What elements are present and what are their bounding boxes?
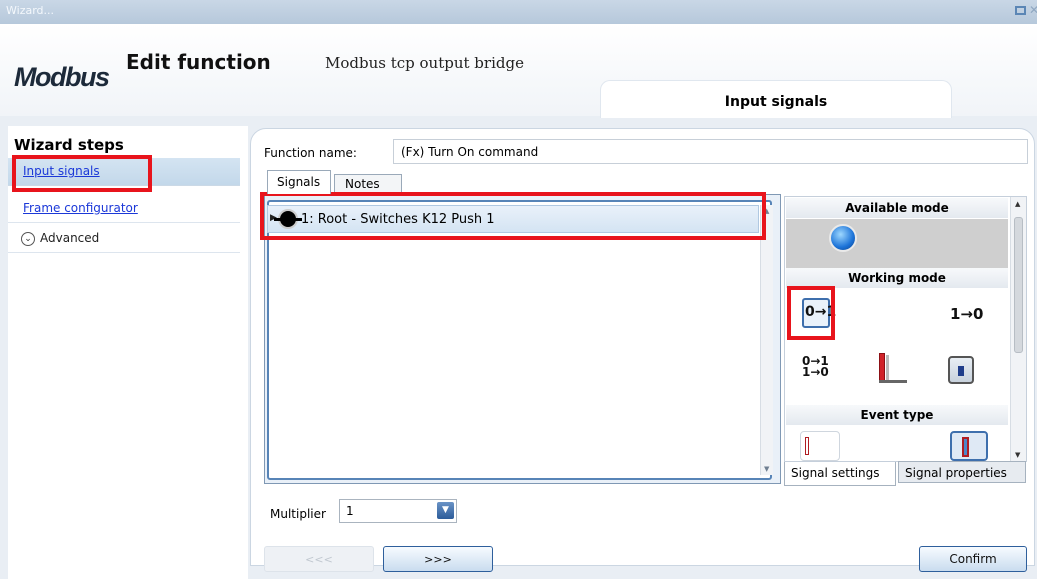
- function-name-label: Function name:: [264, 146, 357, 160]
- multiplier-select[interactable]: 1 ▼: [339, 499, 457, 523]
- pulse-mode-icon[interactable]: [876, 353, 908, 385]
- signals-scrollbar[interactable]: ▲ ▼: [760, 205, 773, 475]
- window-title: Wizard...: [6, 4, 55, 17]
- working-mode-heading: Working mode: [786, 268, 1008, 288]
- event-type-heading: Event type: [786, 405, 1008, 425]
- wizard-header: Modbus Edit function Modbus tcp output b…: [0, 24, 1037, 118]
- both-edges-bottom: 1→0: [802, 365, 829, 379]
- pushbutton-icon: [274, 209, 302, 229]
- close-icon[interactable]: ✕: [1029, 3, 1037, 17]
- dropdown-arrow-icon[interactable]: ▼: [437, 502, 454, 519]
- sidebar-item-frame-configurator[interactable]: Frame configurator: [8, 195, 240, 223]
- wizard-steps-heading: Wizard steps: [14, 136, 124, 154]
- available-mode-area: [786, 219, 1008, 269]
- scrollbar-thumb[interactable]: [1014, 217, 1023, 353]
- current-step-tab: Input signals: [600, 80, 952, 118]
- previous-button[interactable]: <<<: [264, 546, 374, 572]
- signal-label: 1: Root - Switches K12 Push 1: [301, 212, 495, 227]
- scroll-down-icon[interactable]: ▼: [1015, 451, 1020, 459]
- modbus-logo: Modbus: [14, 62, 110, 92]
- multiplier-label: Multiplier: [270, 507, 326, 521]
- tab-signal-settings[interactable]: Signal settings: [784, 462, 896, 486]
- scroll-up-icon[interactable]: ▲: [1015, 200, 1020, 208]
- sidebar-item-advanced[interactable]: ⌄ Advanced: [8, 225, 240, 253]
- tab-signals[interactable]: Signals: [267, 170, 331, 194]
- maximize-icon[interactable]: [1015, 6, 1026, 15]
- input-signals-link[interactable]: Input signals: [23, 164, 100, 178]
- window-title-bar: Wizard... ✕: [0, 0, 1037, 24]
- current-step-label: Input signals: [724, 94, 828, 110]
- event-type-option-2[interactable]: [950, 431, 988, 461]
- modes-scrollbar[interactable]: ▲ ▼: [1010, 197, 1026, 462]
- function-subtitle: Modbus tcp output bridge: [325, 54, 524, 72]
- next-button[interactable]: >>>: [383, 546, 493, 572]
- window-controls[interactable]: ✕: [1015, 3, 1037, 17]
- available-mode-heading: Available mode: [786, 198, 1008, 218]
- chevron-down-icon[interactable]: ⌄: [21, 232, 35, 246]
- both-edges-mode-button[interactable]: 0→1 1→0: [802, 355, 829, 379]
- confirm-button[interactable]: Confirm: [919, 546, 1027, 572]
- signal-row[interactable]: ▶ 1: Root - Switches K12 Push 1: [267, 205, 759, 233]
- scroll-down-icon[interactable]: ▼: [764, 465, 769, 473]
- rising-edge-mode-button[interactable]: 0→1: [802, 298, 836, 328]
- blue-pushbutton-icon[interactable]: [829, 224, 857, 252]
- sidebar-item-input-signals[interactable]: Input signals: [8, 158, 240, 186]
- frame-configurator-link[interactable]: Frame configurator: [23, 201, 138, 215]
- toggle-mode-icon[interactable]: [948, 356, 974, 384]
- tab-notes[interactable]: Notes: [334, 174, 402, 194]
- page-title: Edit function: [126, 50, 271, 74]
- function-name-input[interactable]: (Fx) Turn On command: [393, 139, 1028, 164]
- falling-edge-mode-button[interactable]: 1→0: [950, 305, 983, 323]
- event-type-option-1[interactable]: [800, 431, 840, 461]
- signals-list[interactable]: [267, 200, 772, 480]
- advanced-label[interactable]: Advanced: [40, 231, 99, 245]
- multiplier-value: 1: [346, 504, 354, 518]
- tab-signal-properties[interactable]: Signal properties: [898, 461, 1026, 483]
- wizard-steps-sidebar: Wizard steps Input signals Frame configu…: [8, 126, 248, 579]
- scroll-up-icon[interactable]: ▲: [764, 207, 769, 215]
